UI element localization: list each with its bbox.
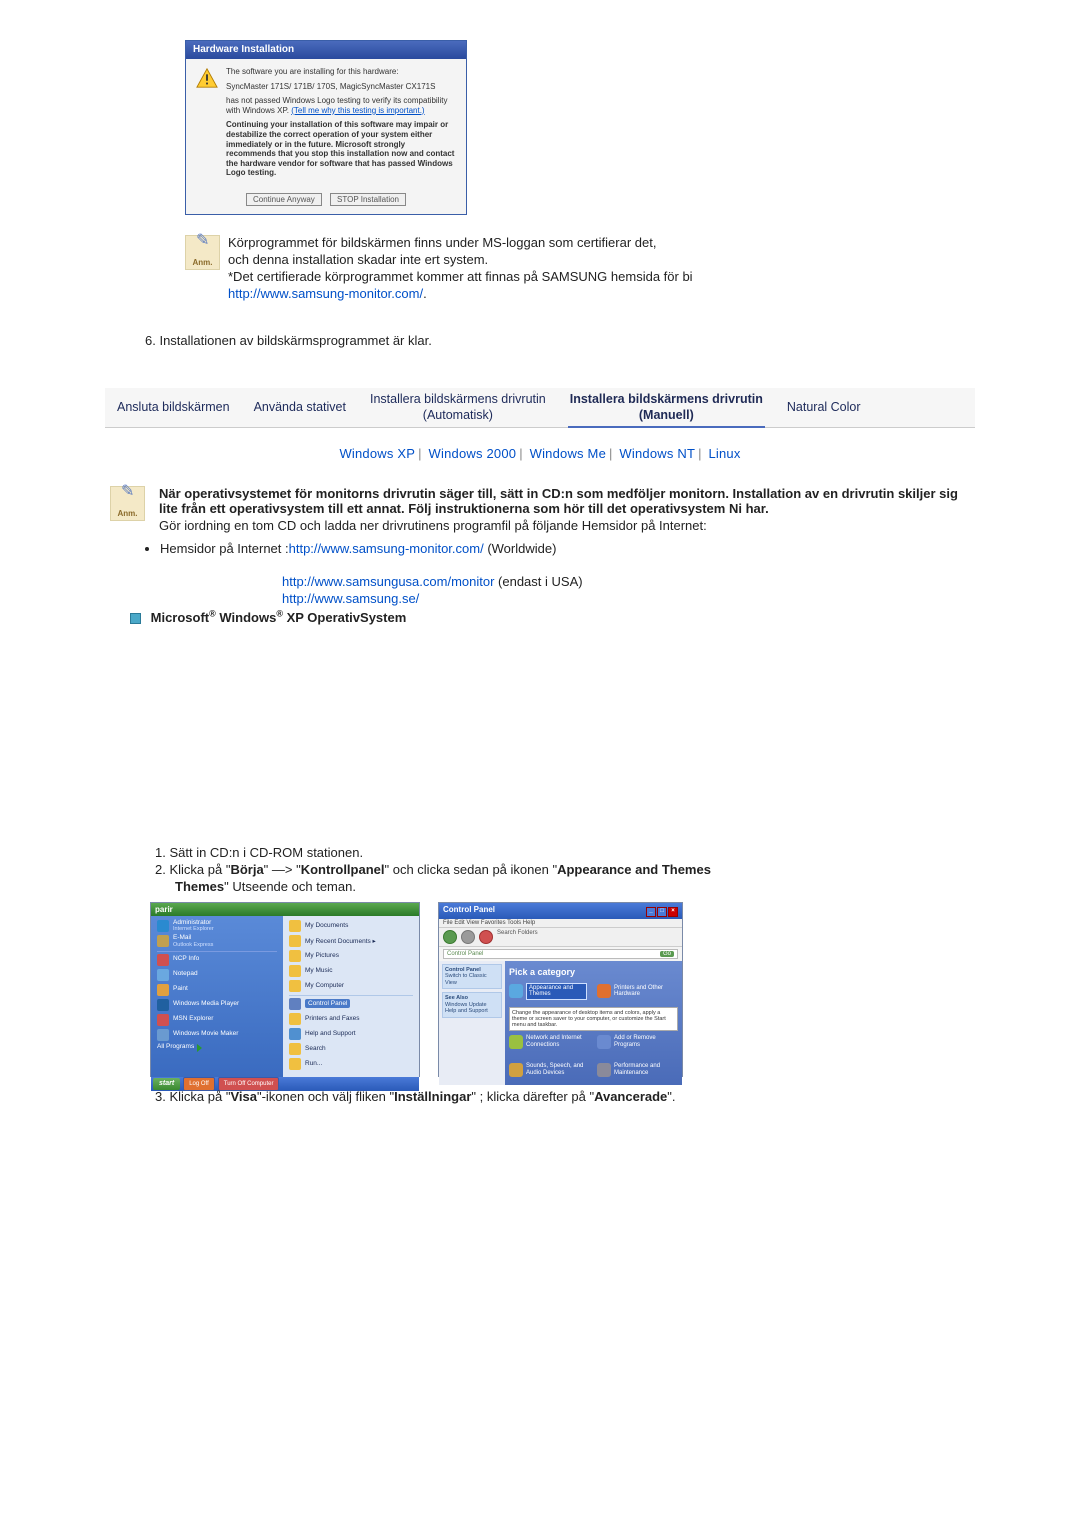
tab-anvanda[interactable]: Använda stativet [242,396,358,420]
link-windows-2000[interactable]: Windows 2000 [429,446,517,461]
arrow-right-icon [197,1044,202,1052]
os-links-row: Windows XP| Windows 2000| Windows Me| Wi… [110,446,970,461]
back-icon[interactable] [443,930,457,944]
continue-anyway-button[interactable]: Continue Anyway [246,193,322,206]
tab-ansluta[interactable]: Ansluta bildskärmen [105,396,242,420]
note-1: Anm. Körprogrammet för bildskärmen finns… [185,235,970,303]
up-icon[interactable] [479,930,493,944]
link-windows-nt[interactable]: Windows NT [619,446,695,461]
xp-start-menu-screenshot: parir AdministratorInternet Explorer E-M… [150,902,420,1077]
window-controls: _□× [645,905,678,917]
warning-icon [196,67,218,89]
link-linux[interactable]: Linux [708,446,740,461]
section-tabs: Ansluta bildskärmen Använda stativet Ins… [105,388,975,428]
forward-icon[interactable] [461,930,475,944]
samsung-monitor-link-2[interactable]: http://www.samsung-monitor.com/ [289,541,484,556]
dialog-titlebar: Hardware Installation [186,41,466,59]
dialog-text: The software you are installing for this… [226,67,456,183]
tab-manual[interactable]: Installera bildskärmens drivrutin(Manuel… [558,388,775,427]
tab-natural-color[interactable]: Natural Color [775,396,873,420]
internet-links-list: Hemsidor på Internet :http://www.samsung… [140,541,970,556]
note-2: Anm. När operativsystemet för monitorns … [110,486,970,535]
hardware-installation-dialog: Hardware Installation The software you a… [185,40,467,215]
samsung-monitor-link-1[interactable]: http://www.samsung-monitor.com/ [228,286,423,301]
go-button[interactable]: Go [660,951,674,957]
xp-step-3: 3. Klicka på "Visa"-ikonen och välj flik… [155,1089,970,1104]
xp-control-panel-screenshot: Control Panel _□× File Edit View Favorit… [438,902,683,1077]
stop-installation-button[interactable]: STOP Installation [330,193,406,206]
note-icon: Anm. [185,235,220,270]
samsungusa-link[interactable]: http://www.samsungusa.com/monitor [282,574,494,589]
link-windows-me[interactable]: Windows Me [530,446,606,461]
control-panel-highlight[interactable]: Control Panel [289,998,413,1010]
step-6-text: 6. Installationen av bildskärmsprogramme… [145,333,970,348]
xp-section-heading: Microsoft® Windows® XP OperativSystem [130,608,970,624]
tab-auto[interactable]: Installera bildskärmens drivrutin(Automa… [358,388,558,427]
note-icon: Anm. [110,486,145,521]
bullet-icon [130,613,141,624]
samsung-se-link[interactable]: http://www.samsung.se/ [282,591,419,606]
appearance-themes-category[interactable]: Appearance and Themes [509,983,587,1000]
xp-steps: 1. Sätt in CD:n i CD-ROM stationen. 2. K… [155,845,970,894]
link-windows-xp[interactable]: Windows XP [339,446,415,461]
logo-testing-link[interactable]: (Tell me why this testing is important.) [291,106,424,115]
